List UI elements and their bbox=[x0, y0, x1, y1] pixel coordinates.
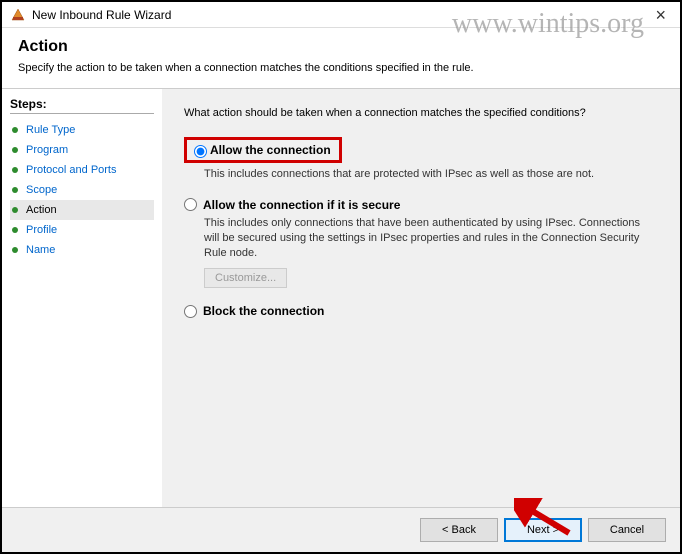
step-protocol-ports[interactable]: Protocol and Ports bbox=[10, 160, 154, 180]
step-profile[interactable]: Profile bbox=[10, 220, 154, 240]
button-bar: < Back Next > Cancel bbox=[2, 507, 680, 552]
bullet-icon bbox=[12, 207, 18, 213]
bullet-icon bbox=[12, 247, 18, 253]
step-label: Program bbox=[26, 144, 68, 156]
page-subtitle: Specify the action to be taken when a co… bbox=[18, 62, 664, 74]
step-label: Profile bbox=[26, 224, 57, 236]
back-button[interactable]: < Back bbox=[420, 518, 498, 542]
step-scope[interactable]: Scope bbox=[10, 180, 154, 200]
step-label: Action bbox=[26, 204, 57, 216]
option-block: Block the connection bbox=[184, 304, 658, 318]
radio-allow-secure[interactable] bbox=[184, 198, 197, 211]
option-allow-secure: Allow the connection if it is secure Thi… bbox=[184, 198, 658, 289]
steps-sidebar: Steps: Rule Type Program Protocol and Po… bbox=[2, 89, 162, 519]
step-rule-type[interactable]: Rule Type bbox=[10, 120, 154, 140]
cancel-button[interactable]: Cancel bbox=[588, 518, 666, 542]
option-label: Block the connection bbox=[203, 304, 324, 318]
page-title: Action bbox=[18, 38, 664, 56]
bullet-icon bbox=[12, 227, 18, 233]
step-label: Rule Type bbox=[26, 124, 75, 136]
option-description: This includes connections that are prote… bbox=[204, 167, 658, 182]
firewall-icon bbox=[10, 7, 26, 23]
radio-block[interactable] bbox=[184, 305, 197, 318]
bullet-icon bbox=[12, 147, 18, 153]
steps-label: Steps: bbox=[10, 97, 154, 111]
option-label: Allow the connection bbox=[210, 143, 331, 157]
question-text: What action should be taken when a conne… bbox=[184, 107, 658, 119]
option-allow: Allow the connection This includes conne… bbox=[184, 137, 658, 182]
option-description: This includes only connections that have… bbox=[204, 216, 658, 261]
next-button[interactable]: Next > bbox=[504, 518, 582, 542]
step-name[interactable]: Name bbox=[10, 240, 154, 260]
bullet-icon bbox=[12, 167, 18, 173]
divider bbox=[10, 113, 154, 114]
step-label: Protocol and Ports bbox=[26, 164, 117, 176]
titlebar: New Inbound Rule Wizard × bbox=[2, 2, 680, 28]
bullet-icon bbox=[12, 127, 18, 133]
step-program[interactable]: Program bbox=[10, 140, 154, 160]
option-label: Allow the connection if it is secure bbox=[203, 198, 400, 212]
window-title: New Inbound Rule Wizard bbox=[32, 8, 171, 22]
main-panel: What action should be taken when a conne… bbox=[162, 89, 680, 519]
close-icon[interactable]: × bbox=[649, 6, 672, 24]
wizard-header: Action Specify the action to be taken wh… bbox=[2, 28, 680, 88]
step-action[interactable]: Action bbox=[10, 200, 154, 220]
radio-allow[interactable] bbox=[194, 145, 207, 158]
step-label: Name bbox=[26, 244, 55, 256]
step-label: Scope bbox=[26, 184, 57, 196]
highlight-box: Allow the connection bbox=[184, 137, 342, 163]
bullet-icon bbox=[12, 187, 18, 193]
customize-button: Customize... bbox=[204, 268, 287, 288]
